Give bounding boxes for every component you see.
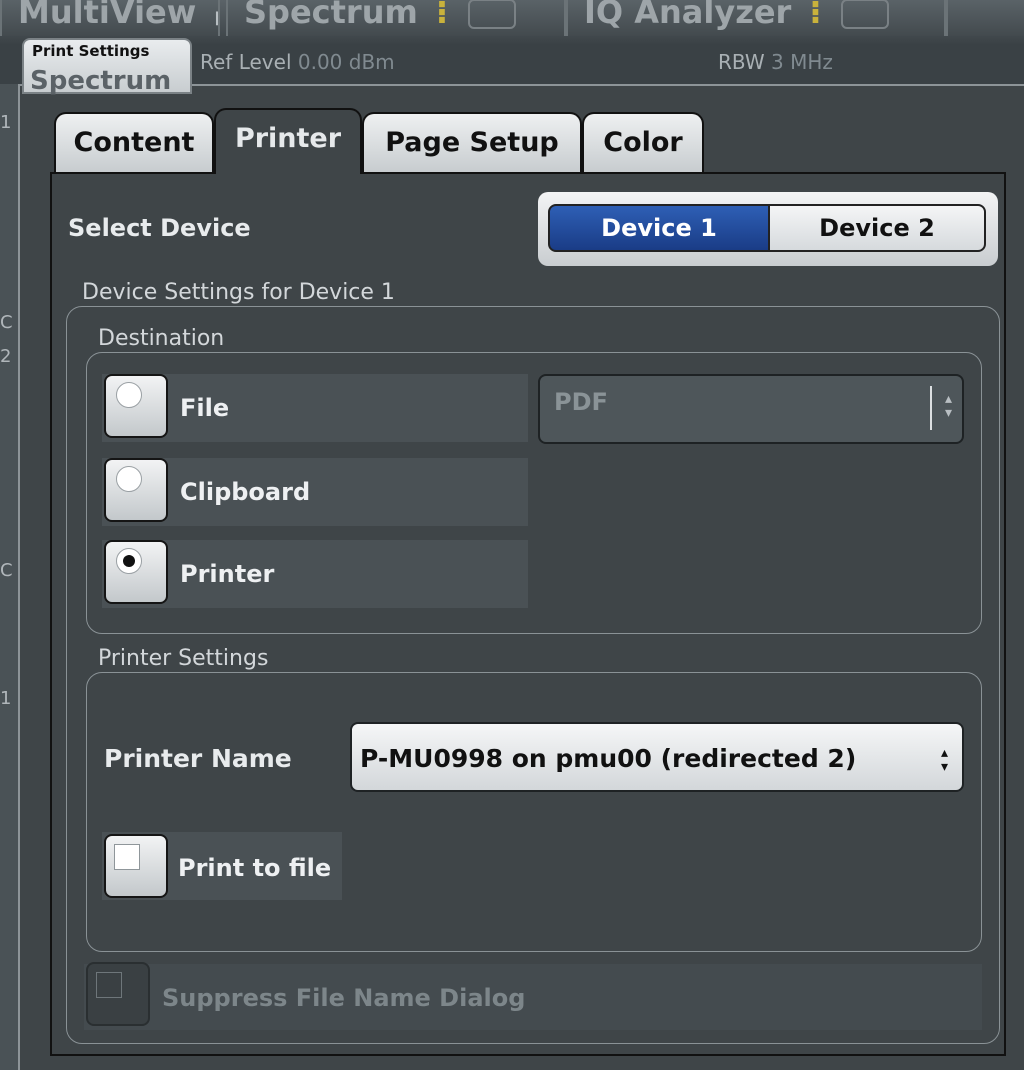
radio-circle-icon <box>116 382 142 408</box>
ghost-title: Spectrum <box>30 66 172 96</box>
printer-settings-group <box>86 672 982 952</box>
updown-arrow-icon: ▴ ▾ <box>940 745 948 775</box>
dialog-title-text: Print Settings <box>32 42 150 60</box>
print-to-file-label: Print to file <box>178 854 332 882</box>
tab-page-setup-label: Page Setup <box>385 127 559 158</box>
tab-content[interactable]: Content <box>54 112 214 176</box>
print-to-file-checkbox[interactable] <box>104 834 168 898</box>
tab-multiview-marker: ■■ <box>214 7 218 28</box>
edge-mark: 1 <box>0 688 12 709</box>
tab-spectrum-label: Spectrum <box>244 0 418 31</box>
file-radio[interactable] <box>104 374 168 438</box>
rbw-value: 3 MHz <box>771 50 833 74</box>
tab-color-label: Color <box>603 127 683 158</box>
tab-multiview-label: MultiView <box>18 0 197 31</box>
ref-level-readout: Ref Level 0.00 dBm <box>200 50 395 74</box>
tab-spectrum-collapse-icon[interactable] <box>467 0 516 29</box>
tab-printer[interactable]: Printer <box>214 108 362 174</box>
printer-radio[interactable] <box>104 540 168 604</box>
updown-arrow-icon: ▴ ▾ <box>944 391 952 421</box>
suppress-file-name-dialog-label: Suppress File Name Dialog <box>162 984 526 1012</box>
edge-mark: C <box>0 560 13 581</box>
tab-extra[interactable] <box>946 0 1024 36</box>
file-format-value: PDF <box>554 388 608 416</box>
device-1-button[interactable]: Device 1 <box>548 204 770 252</box>
edge-mark: 2 <box>0 346 12 367</box>
clipboard-radio-label: Clipboard <box>180 478 311 506</box>
tab-iq-collapse-icon[interactable] <box>841 0 890 29</box>
printer-name-select[interactable]: P-MU0998 on pmu00 (redirected 2) ▴ ▾ <box>350 722 964 792</box>
printer-name-value: P-MU0998 on pmu00 (redirected 2) <box>360 744 857 773</box>
printer-settings-title: Printer Settings <box>98 646 269 671</box>
ref-level-label: Ref Level <box>200 50 292 74</box>
tab-iq-analyzer-label: IQ Analyzer <box>584 0 792 31</box>
printer-radio-label: Printer <box>180 560 275 588</box>
clipboard-radio[interactable] <box>104 458 168 522</box>
tab-spectrum-menu-icon[interactable]: ⁝ <box>436 0 448 31</box>
tab-spectrum[interactable]: Spectrum ⁝ <box>226 0 566 36</box>
radio-circle-icon <box>116 466 142 492</box>
edge-mark: 1 <box>0 112 12 133</box>
device-settings-title: Device Settings for Device 1 <box>82 280 395 305</box>
device-selector: Device 1 Device 2 <box>538 192 998 266</box>
tab-printer-label: Printer <box>234 123 342 154</box>
ref-level-value: 0.00 dBm <box>297 50 395 74</box>
tab-iq-analyzer[interactable]: IQ Analyzer ⁝ <box>566 0 946 36</box>
rbw-label: RBW <box>718 50 765 74</box>
file-format-select[interactable]: PDF ▴ ▾ <box>538 374 964 444</box>
suppress-file-name-dialog-checkbox[interactable] <box>86 962 150 1026</box>
tab-iq-menu-icon[interactable]: ⁝ <box>809 0 821 31</box>
edge-mark: C <box>0 312 13 333</box>
printer-name-label: Printer Name <box>104 744 292 773</box>
device-2-button[interactable]: Device 2 <box>768 204 986 252</box>
rbw-readout: RBW 3 MHz <box>718 50 833 74</box>
tab-page-setup[interactable]: Page Setup <box>362 112 582 176</box>
destination-title: Destination <box>98 326 225 351</box>
tab-color[interactable]: Color <box>582 112 704 176</box>
select-device-label: Select Device <box>68 214 251 242</box>
radio-selected-icon <box>116 548 142 574</box>
checkbox-square-icon <box>96 972 122 998</box>
tab-content-label: Content <box>73 127 195 158</box>
checkbox-square-icon <box>114 844 140 870</box>
select-divider <box>930 386 932 430</box>
dialog-title: Print Settings Spectrum <box>22 38 192 96</box>
file-radio-label: File <box>180 394 230 422</box>
tab-multiview[interactable]: MultiView ■■ <box>0 0 220 36</box>
